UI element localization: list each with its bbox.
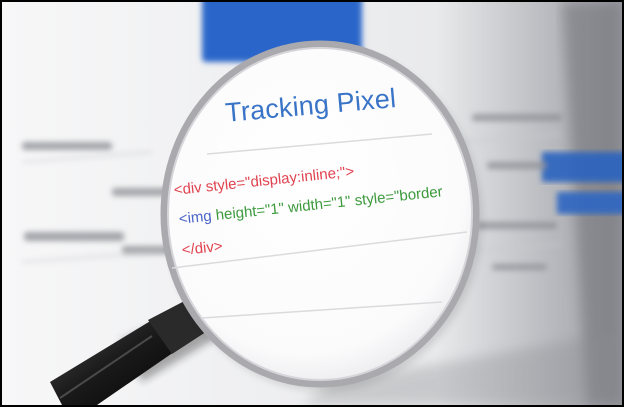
image-frame: Tracking Pixel <div style="display:inlin… <box>0 0 624 407</box>
background-scene <box>2 2 622 405</box>
right-blue-bar-1 <box>542 152 622 182</box>
right-blue-bar-2 <box>557 192 622 214</box>
magnifier-lens <box>160 40 482 391</box>
